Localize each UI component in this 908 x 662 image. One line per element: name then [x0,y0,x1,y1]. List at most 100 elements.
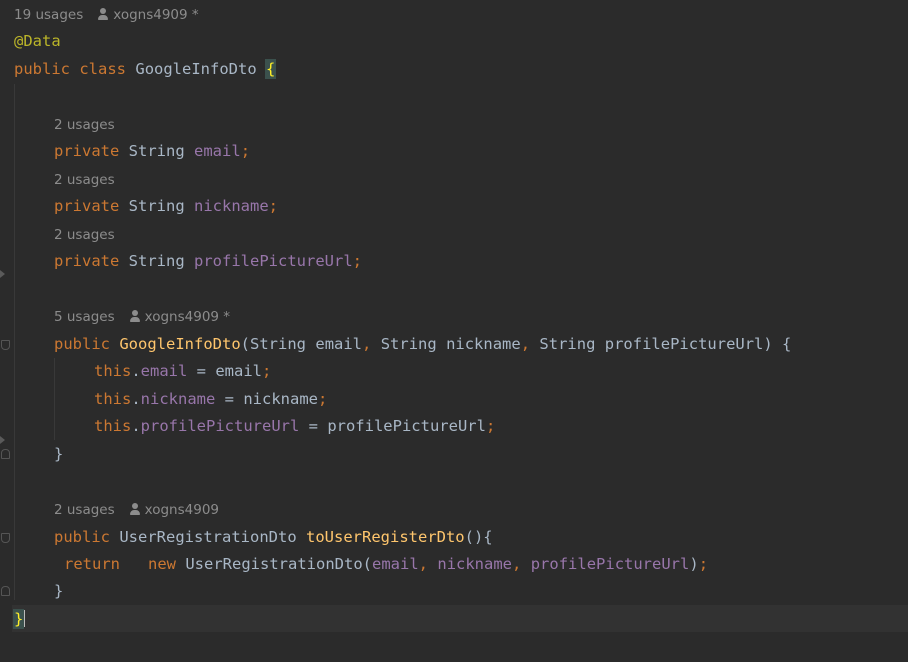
method-usage-hint[interactable]: 2 usages xogns4909 [54,501,219,519]
field-name: profilePictureUrl [530,555,690,573]
field-usage-hint[interactable]: 2 usages [54,171,115,189]
constructor-usage-hint[interactable]: 5 usages xogns4909 * [54,308,230,326]
author-name[interactable]: xogns4909 * [113,7,198,23]
fold-close-icon[interactable] [1,449,10,459]
field-name: email [140,362,188,380]
dot: . [131,390,141,408]
keyword: this [94,417,132,435]
field-name: nickname [140,390,216,408]
comma: , [520,335,531,353]
comma: , [362,335,372,353]
user-icon [97,8,109,20]
semicolon: ; [352,252,362,270]
type-name: String [128,142,185,160]
user-icon [129,310,141,322]
code-line[interactable]: this.email = email; [94,360,271,382]
usage-count[interactable]: 5 usages [54,309,115,325]
annotation: @Data [14,32,61,50]
paren: ) [689,555,699,573]
usage-count[interactable]: 2 usages [54,172,115,188]
fold-open-icon[interactable] [1,533,10,543]
gutter-marker-icon [0,436,5,444]
value: profilePictureUrl [327,417,486,435]
keyword: public [14,60,70,78]
usage-count[interactable]: 2 usages [54,227,115,243]
field-name: email [372,555,419,573]
code-line[interactable]: this.profilePictureUrl = profilePictureU… [94,415,495,437]
code-editor[interactable]: 19 usages xogns4909 * @Data public class … [0,0,908,662]
method-name: toUserRegisterDto [306,528,465,546]
constructor-name: GoogleInfoDto [119,335,241,353]
field-usage-hint[interactable]: 2 usages [54,226,115,244]
code-line[interactable]: } [54,443,63,465]
code-line[interactable]: } [54,580,63,602]
paren: ( [362,555,372,573]
author-name[interactable]: xogns4909 [145,502,219,518]
semicolon: ; [262,362,272,380]
code-line[interactable]: private String email; [54,140,250,162]
gutter-marker-icon [0,270,5,278]
keyword: private [54,142,120,160]
keyword: private [54,197,120,215]
usage-count[interactable]: 2 usages [54,502,115,518]
comma: , [512,555,522,573]
assign: = [187,362,216,380]
field-name: profilePictureUrl [194,252,353,270]
paren: (){ [464,528,493,546]
keyword: class [79,60,127,78]
code-line[interactable]: } [12,608,26,630]
brace: { [264,59,277,79]
field-usage-hint[interactable]: 2 usages [54,116,115,134]
param-name: email [315,335,363,353]
code-line[interactable]: private String profilePictureUrl; [54,250,362,272]
editor-gutter [0,0,12,662]
author-name[interactable]: xogns4909 * [145,309,230,325]
code-line[interactable]: public GoogleInfoDto(String email, Strin… [54,333,791,355]
value: nickname [243,390,318,408]
type-name: String [380,335,437,353]
code-line[interactable]: this.nickname = nickname; [94,388,327,410]
code-line[interactable]: private String nickname; [54,195,278,217]
param-name: profilePictureUrl [604,335,764,353]
keyword: this [94,390,132,408]
type-name: String [128,252,185,270]
fold-open-icon[interactable] [1,340,10,350]
assign: = [215,390,244,408]
user-icon [129,503,141,515]
param-name: nickname [446,335,521,353]
semicolon: ; [698,555,709,573]
current-line-highlight [0,605,908,632]
comma: , [418,555,429,573]
usage-count[interactable]: 19 usages [14,7,83,23]
field-name: email [194,142,241,160]
usage-count[interactable]: 2 usages [54,117,115,133]
code-line[interactable]: @Data [14,30,61,52]
fold-close-icon[interactable] [1,586,10,596]
semicolon: ; [317,390,328,408]
brace: } [54,445,64,463]
type-name: String [250,335,307,353]
keyword: public [54,335,110,353]
class-name: GoogleInfoDto [135,60,257,78]
assign: = [299,417,328,435]
field-name: nickname [437,555,513,573]
value: email [215,362,263,380]
semicolon: ; [485,417,496,435]
brace: } [54,582,64,600]
keyword: this [94,362,132,380]
brace: } [12,609,25,629]
semicolon: ; [268,197,279,215]
keyword: return [64,555,120,573]
type-name: UserRegistrationDto [185,555,363,573]
code-line[interactable]: return new UserRegistrationDto(email, ni… [64,553,708,575]
type-name: String [539,335,596,353]
field-name: profilePictureUrl [140,417,300,435]
code-line[interactable]: public class GoogleInfoDto { [14,58,277,80]
dot: . [131,417,141,435]
code-line[interactable]: public UserRegistrationDto toUserRegiste… [54,526,493,548]
semicolon: ; [240,142,251,160]
keyword: new [148,555,176,573]
class-usage-hint[interactable]: 19 usages xogns4909 * [14,6,199,24]
type-name: UserRegistrationDto [119,528,297,546]
text-caret [23,610,26,627]
